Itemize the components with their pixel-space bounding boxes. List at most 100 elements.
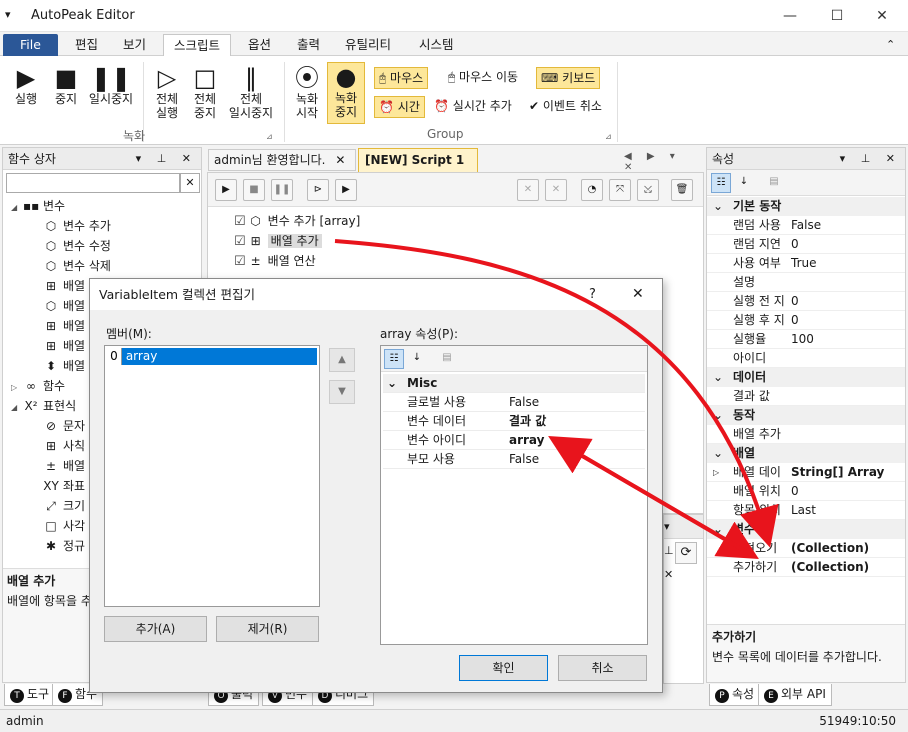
collapse-icon[interactable]: ⌄ xyxy=(713,406,723,425)
property-value[interactable]: 0 xyxy=(791,292,799,311)
checkbox-icon[interactable]: ☑ xyxy=(234,234,246,249)
event-cancel-toggle[interactable]: ✔ 이벤트 취소 xyxy=(525,96,606,118)
property-category[interactable]: ⌄ 동작 xyxy=(707,406,905,425)
script-line[interactable]: ☑ ± 배열 연산 xyxy=(234,251,316,271)
close-a-button[interactable]: ✕ xyxy=(517,179,539,201)
run-button[interactable]: ▶ 실행 xyxy=(9,64,43,106)
cancel-button[interactable]: 취소 xyxy=(558,655,647,681)
property-value[interactable]: 100 xyxy=(791,330,814,349)
run-all-button[interactable]: ▷ 전체 실행 xyxy=(148,64,186,120)
property-category[interactable]: ⌄ 배열 xyxy=(707,444,905,463)
property-value[interactable]: (Collection) xyxy=(791,539,869,558)
tree-expander-icon[interactable]: ◢ xyxy=(11,398,23,418)
keyboard-toggle[interactable]: ⌨ 키보드 xyxy=(536,67,601,89)
property-value[interactable]: (Collection) xyxy=(791,558,869,577)
tab-output[interactable]: 출력 xyxy=(287,34,330,56)
property-row[interactable]: 배열 추가 xyxy=(707,425,905,444)
property-row[interactable]: 배열 위치 0 xyxy=(707,482,905,501)
tab-welcome[interactable]: admin님 환영합니다. ✕ xyxy=(208,149,356,171)
property-row[interactable]: 실행율 100 xyxy=(707,330,905,349)
time-toggle[interactable]: ⏰ 시간 xyxy=(374,96,425,118)
tree-item[interactable]: ± 배열 xyxy=(43,456,85,476)
property-row[interactable]: 아이디 xyxy=(707,349,905,368)
stop-button[interactable]: ■ 중지 xyxy=(49,64,83,106)
property-category[interactable]: ⌄ 변수 xyxy=(707,520,905,539)
collapse-icon[interactable]: ⌄ xyxy=(713,197,723,216)
property-row[interactable]: 실행 후 지 0 xyxy=(707,311,905,330)
dialog-prop-value[interactable]: 결과 값 xyxy=(509,412,546,431)
collapse-icon[interactable]: ⌄ xyxy=(713,444,723,463)
tree-item[interactable]: ⊞ 사칙 xyxy=(43,436,85,456)
property-category[interactable]: ⌄ 데이터 xyxy=(707,368,905,387)
sort-az-icon[interactable]: ↓ xyxy=(734,173,754,193)
property-value[interactable]: String[] Array xyxy=(791,463,884,482)
tab-edit[interactable]: 편집 xyxy=(65,34,108,56)
categorized-icon[interactable]: ☷ xyxy=(711,173,731,193)
tree-item[interactable]: ⬡ 변수 추가 xyxy=(43,216,111,236)
property-row[interactable]: 추가하기 (Collection) xyxy=(707,558,905,577)
tree-item[interactable]: ⊘ 문자 xyxy=(43,416,85,436)
property-row[interactable]: 항목 위치 Last xyxy=(707,501,905,520)
dialog-prop-row[interactable]: 변수 아이디 array xyxy=(383,431,645,450)
play-all-button[interactable]: ▶ xyxy=(335,179,357,201)
property-row[interactable]: 가져오기 (Collection) xyxy=(707,539,905,558)
tree-item[interactable]: XY 좌표 xyxy=(43,476,85,496)
tab-system[interactable]: 시스템 xyxy=(409,34,464,56)
move-up-button[interactable]: ▲ xyxy=(329,348,355,372)
tab-script-1[interactable]: [NEW] Script 1 xyxy=(358,148,478,172)
dialog-prop-value[interactable]: array xyxy=(509,431,544,450)
tree-item[interactable]: ⤢ 크기 xyxy=(43,496,85,516)
dialog-prop-value[interactable]: False xyxy=(509,393,539,412)
play-frame-button[interactable]: ⊳ xyxy=(307,179,329,201)
tree-item[interactable]: ⊞ 배열 xyxy=(43,276,85,296)
tree-item[interactable]: □ 사각 xyxy=(43,516,85,536)
tree-item[interactable]: ⊞ 배열 xyxy=(43,336,85,356)
tab-view[interactable]: 보기 xyxy=(113,34,156,56)
mouse-move-toggle[interactable]: 🖱 마우스 이동 xyxy=(444,67,522,89)
expand-icon[interactable]: ⤧ xyxy=(609,179,631,201)
tree-item[interactable]: ⬍ 배열 xyxy=(43,356,85,376)
pause-button[interactable]: ❚❚ 일시중지 xyxy=(85,64,137,106)
pause-all-button[interactable]: ‖ 전체 일시중지 xyxy=(225,64,277,120)
close-b-button[interactable]: ✕ xyxy=(545,179,567,201)
panel-controls-right[interactable]: ▾ ⊥ ✕ xyxy=(840,148,901,170)
record-start-button[interactable]: ⦿ 녹화 시작 xyxy=(290,64,324,120)
mouse-toggle[interactable]: 🖰 마우스 xyxy=(374,67,429,89)
tree-item[interactable]: ⬡ 배열 xyxy=(43,296,85,316)
tree-expander-icon[interactable]: ◢ xyxy=(11,198,23,218)
close-button[interactable]: ✕ xyxy=(862,4,902,28)
members-list[interactable]: 0 array xyxy=(104,345,320,607)
member-item[interactable]: 0 array xyxy=(107,348,317,365)
property-pages-icon[interactable]: ▤ xyxy=(764,173,784,193)
collapse-icon[interactable]: ⌄ xyxy=(713,520,723,539)
tab-script[interactable]: 스크립트 xyxy=(163,34,232,56)
property-row[interactable]: 사용 여부 True xyxy=(707,254,905,273)
search-clear-button[interactable]: ✕ xyxy=(180,173,200,193)
dialog-close-icon[interactable]: ✕ xyxy=(632,279,644,310)
move-down-button[interactable]: ▼ xyxy=(329,380,355,404)
property-value[interactable]: True xyxy=(791,254,817,273)
zoom-icon[interactable]: ◔ xyxy=(581,179,603,201)
collapse-icon[interactable]: ⌄ xyxy=(387,374,397,393)
dialog-prop-row[interactable]: 변수 데이터 결과 값 xyxy=(383,412,645,431)
delete-icon[interactable]: 🗑 xyxy=(671,179,693,201)
collapse-icon[interactable]: ⌄ xyxy=(713,368,723,387)
tree-item[interactable]: ⬡ 변수 수정 xyxy=(43,236,111,256)
property-value[interactable]: 0 xyxy=(791,482,799,501)
play-button[interactable]: ▶ xyxy=(215,179,237,201)
tab-options[interactable]: 옵션 xyxy=(238,34,281,56)
panel-controls[interactable]: ▾ ⊥ ✕ xyxy=(136,148,197,170)
property-pages-icon[interactable]: ▤ xyxy=(437,349,457,369)
property-row[interactable]: 실행 전 지 0 xyxy=(707,292,905,311)
close-icon[interactable]: ✕ xyxy=(335,153,345,167)
tab-external-api[interactable]: E 외부 API xyxy=(758,684,832,706)
tree-item[interactable]: ◢ ▪▪ 변수 xyxy=(11,196,65,216)
expand-icon[interactable]: ▷ xyxy=(713,463,719,482)
sort-az-icon[interactable]: ↓ xyxy=(407,349,427,369)
ribbon-collapse-icon[interactable]: ⌃ xyxy=(876,34,905,56)
record-stop-button[interactable]: ● 녹화 중지 xyxy=(327,62,365,124)
tree-expander-icon[interactable]: ▷ xyxy=(11,378,23,398)
stop-button-small[interactable]: ■ xyxy=(243,179,265,201)
tree-item[interactable]: ✱ 정규 xyxy=(43,536,85,556)
tree-item[interactable]: ⬡ 변수 삭제 xyxy=(43,256,111,276)
